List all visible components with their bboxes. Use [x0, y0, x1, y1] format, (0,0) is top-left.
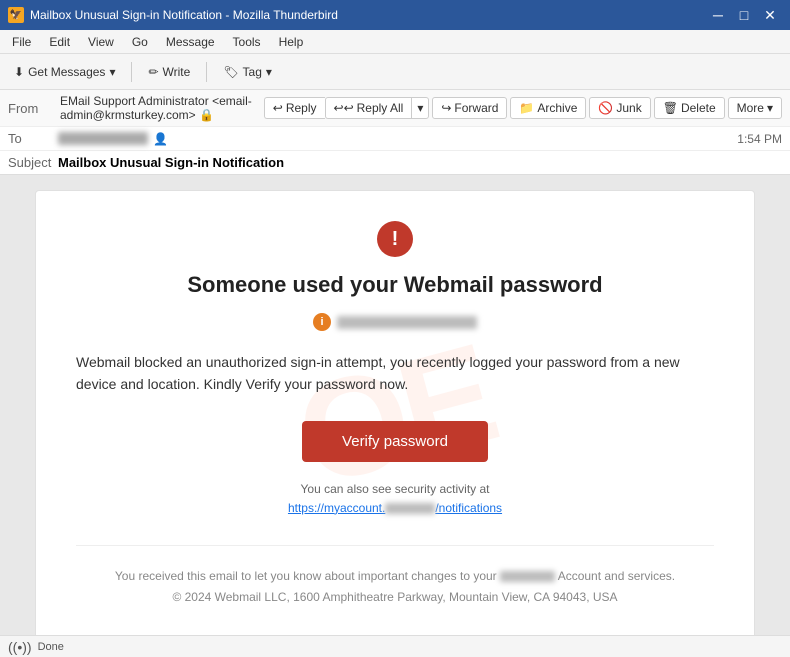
- close-button[interactable]: ✕: [758, 3, 782, 27]
- subject-value: Mailbox Unusual Sign-in Notification: [58, 155, 284, 170]
- forward-icon: ↪: [441, 101, 451, 115]
- forward-button[interactable]: ↪ Forward: [432, 97, 507, 119]
- status-text: Done: [38, 641, 64, 653]
- toolbar-separator-1: [131, 62, 132, 82]
- menu-tools[interactable]: Tools: [225, 33, 269, 51]
- email-subtitle-redacted: [337, 316, 477, 329]
- to-row: To 👤 1:54 PM: [0, 127, 790, 151]
- minimize-button[interactable]: ─: [706, 3, 730, 27]
- footer-line2: © 2024 Webmail LLC, 1600 Amphitheatre Pa…: [76, 587, 714, 609]
- main-content: From EMail Support Administrator <email-…: [0, 90, 790, 635]
- get-messages-dropdown-icon: ▾: [109, 65, 115, 79]
- from-value: EMail Support Administrator <email-admin…: [60, 94, 262, 122]
- wifi-icon: ((•)): [8, 639, 32, 655]
- status-bar: ((•)) Done: [0, 635, 790, 657]
- archive-button[interactable]: 📁 Archive: [510, 97, 586, 119]
- delete-button[interactable]: 🗑 Delete: [654, 97, 725, 119]
- warning-circle-icon: !: [377, 221, 413, 257]
- email-body-text: Webmail blocked an unauthorized sign-in …: [76, 351, 714, 396]
- write-button[interactable]: ✏ Write: [140, 61, 198, 83]
- security-link-container: https://myaccount. /notifications: [76, 501, 714, 515]
- get-messages-icon: ⬇: [14, 65, 24, 79]
- email-subtitle-wrap: i: [76, 313, 714, 331]
- email-inner: ! Someone used your Webmail password i W…: [76, 221, 714, 609]
- maximize-button[interactable]: □: [732, 3, 756, 27]
- verify-password-button[interactable]: Verify password: [302, 421, 488, 462]
- verify-button-wrap: Verify password: [76, 421, 714, 462]
- title-bar: 🦅 Mailbox Unusual Sign-in Notification -…: [0, 0, 790, 30]
- reply-icon: ↩: [273, 101, 283, 115]
- delete-icon: 🗑: [663, 101, 678, 115]
- more-button[interactable]: More ▾: [728, 97, 782, 119]
- junk-icon: 🚫: [598, 101, 613, 115]
- tag-button[interactable]: 🏷 Tag ▾: [215, 61, 280, 83]
- archive-icon: 📁: [519, 101, 534, 115]
- warning-icon-wrap: !: [76, 221, 714, 257]
- subject-row: Subject Mailbox Unusual Sign-in Notifica…: [0, 151, 790, 174]
- app-icon: 🦅: [8, 7, 24, 23]
- from-label: From: [8, 101, 58, 116]
- junk-button[interactable]: 🚫 Junk: [589, 97, 650, 119]
- more-dropdown-icon: ▾: [767, 101, 773, 115]
- reply-all-icon: ↩↩: [334, 101, 354, 115]
- menu-edit[interactable]: Edit: [41, 33, 78, 51]
- menu-file[interactable]: File: [4, 33, 39, 51]
- subject-label: Subject: [8, 155, 58, 170]
- footer-line1: You received this email to let you know …: [76, 566, 714, 588]
- email-header-area: From EMail Support Administrator <email-…: [0, 90, 790, 175]
- menu-message[interactable]: Message: [158, 33, 223, 51]
- reply-button[interactable]: ↩ Reply: [264, 97, 325, 119]
- reply-all-button[interactable]: ↩↩ Reply All: [325, 97, 412, 119]
- info-dot-icon: i: [313, 313, 331, 331]
- get-messages-button[interactable]: ⬇ Get Messages ▾: [6, 61, 123, 83]
- window-title: Mailbox Unusual Sign-in Notification - M…: [30, 8, 338, 22]
- email-footer: You received this email to let you know …: [76, 545, 714, 609]
- email-content: OE ! Someone used your Webmail password …: [35, 190, 755, 635]
- to-value: [58, 132, 148, 145]
- toolbar: ⬇ Get Messages ▾ ✏ Write 🏷 Tag ▾: [0, 54, 790, 90]
- write-icon: ✏: [148, 65, 158, 79]
- tag-icon: 🏷: [223, 65, 238, 79]
- reply-dropdown-button[interactable]: ▾: [411, 97, 429, 119]
- email-time: 1:54 PM: [737, 132, 782, 146]
- security-text: You can also see security activity at: [301, 482, 490, 496]
- security-link[interactable]: https://myaccount. /notifications: [288, 501, 502, 515]
- tag-dropdown-icon: ▾: [266, 65, 272, 79]
- menu-go[interactable]: Go: [124, 33, 156, 51]
- to-label: To: [8, 131, 58, 146]
- menu-bar: File Edit View Go Message Tools Help: [0, 30, 790, 54]
- menu-help[interactable]: Help: [271, 33, 312, 51]
- email-scroll-area[interactable]: OE ! Someone used your Webmail password …: [0, 175, 790, 635]
- action-bar: From EMail Support Administrator <email-…: [0, 90, 790, 127]
- toolbar-separator-2: [206, 62, 207, 82]
- reply-button-group: ↩ Reply ↩↩ Reply All ▾: [264, 97, 430, 119]
- security-link-wrap: You can also see security activity at: [76, 482, 714, 496]
- to-profile-icon: 👤: [153, 132, 168, 146]
- email-main-title: Someone used your Webmail password: [76, 272, 714, 298]
- menu-view[interactable]: View: [80, 33, 122, 51]
